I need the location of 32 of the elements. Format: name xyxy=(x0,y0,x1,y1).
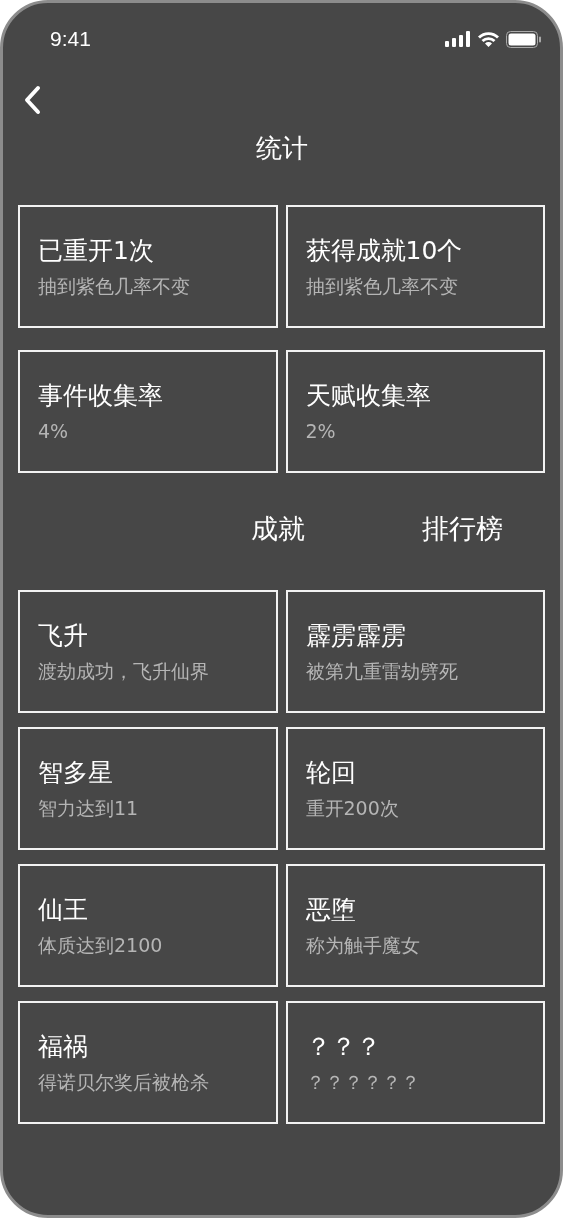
card-title: ？？？ xyxy=(305,1030,382,1063)
card-title: 恶堕 xyxy=(305,893,357,926)
card-subtitle: 智力达到11 xyxy=(38,795,140,821)
card-subtitle: 4% xyxy=(38,418,70,444)
card-subtitle: 2% xyxy=(305,418,337,444)
back-icon[interactable] xyxy=(23,85,41,115)
battery-icon xyxy=(506,30,542,48)
tab[interactable]: 排行榜 xyxy=(422,510,503,547)
card-subtitle: 重开200次 xyxy=(305,795,400,821)
card-subtitle: 渡劫成功，飞升仙界 xyxy=(38,658,210,684)
card-title: 获得成就10个 xyxy=(305,234,464,267)
card-title: 霹雳霹雳 xyxy=(305,619,407,652)
status-time: 9:41 xyxy=(50,26,91,53)
card-title: 天赋收集率 xyxy=(305,379,432,412)
wifi-icon xyxy=(477,31,500,47)
card-title: 飞升 xyxy=(38,619,89,652)
card-subtitle: 抽到紫色几率不变 xyxy=(305,273,459,299)
card-subtitle: 被第九重雷劫劈死 xyxy=(305,658,459,684)
card-subtitle: 抽到紫色几率不变 xyxy=(38,273,191,299)
card-title: 仙王 xyxy=(38,893,89,926)
card-subtitle: ？？？？？？ xyxy=(305,1069,421,1095)
card-title: 智多星 xyxy=(38,756,114,789)
card-title: 福祸 xyxy=(38,1030,89,1063)
card-subtitle: 体质达到2100 xyxy=(38,932,164,958)
card-subtitle: 称为触手魔女 xyxy=(305,932,421,958)
page-title: 统计 xyxy=(255,132,308,165)
signal-icon xyxy=(445,31,471,47)
card-title: 已重开1次 xyxy=(38,234,155,267)
card-title: 轮回 xyxy=(305,756,357,789)
tab[interactable]: 成就 xyxy=(251,510,305,547)
card-subtitle: 得诺贝尔奖后被枪杀 xyxy=(38,1069,210,1095)
card-title: 事件收集率 xyxy=(38,379,164,412)
